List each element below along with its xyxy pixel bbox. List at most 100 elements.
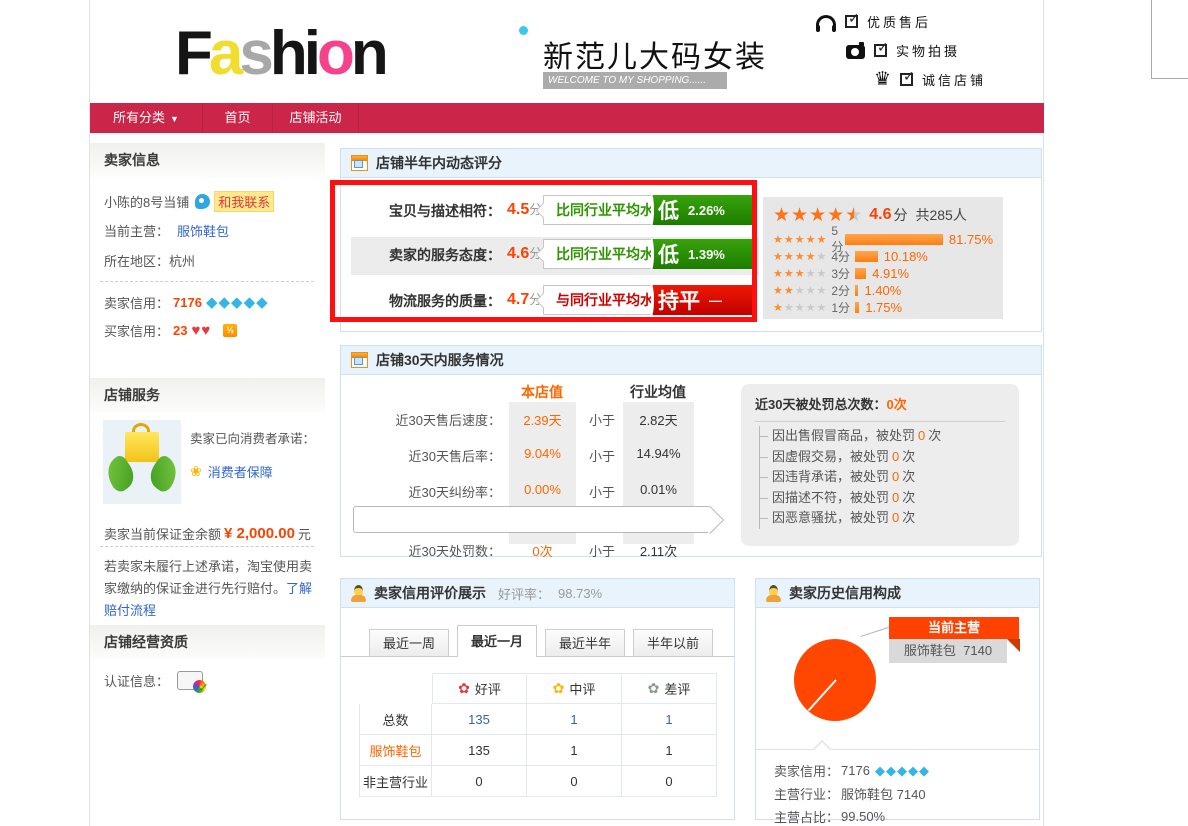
industry-value: 14.94% [623, 446, 694, 461]
checkbox-checked-icon [874, 44, 887, 57]
note-text: 若卖家未履行上述承诺，淘宝使用卖家缴纳的保证金进行先行赔付。 [104, 559, 312, 596]
shop-service-section: 店铺服务 卖家已向消费者承诺： ❀ 消费者保障 卖家当前保证金余额 ¥ 2,00… [90, 378, 325, 610]
badge-quality-service: 优质售后 [816, 10, 931, 32]
divider [100, 281, 314, 282]
badge-real-photo: 实物拍摄 [846, 39, 960, 61]
industry-value: 服饰鞋包 7140 [841, 784, 926, 803]
star-summary-panel: ★★★★★★ 4.6分 共285人 ★★★★★ 5分 81.75% ★★★★★ … [763, 197, 1003, 319]
contact-me-link[interactable]: 和我联系 [214, 191, 274, 212]
medal-flower-icon: ❀ [190, 464, 202, 480]
shop-title-block: 新范儿大码女装 WELCOME TO MY SHOPPING...... [543, 16, 803, 96]
penalty-total: 0次 [886, 397, 906, 412]
logo-letter: s [239, 19, 269, 88]
pie-callout-connector [861, 626, 892, 637]
penalty-item: 因出售假冒商品，被处罚0次 [760, 426, 1005, 447]
evaluation-panel: 卖家信用评价展示 好评率： 98.73% 最近一周 最近一月 最近半年 半年以前… [340, 578, 735, 820]
industry-label: 主营行业： [774, 784, 839, 803]
category-good-count: 135 [432, 735, 527, 766]
main-category-row: 当前主营： 服饰鞋包 [104, 221, 229, 240]
flower-red-icon: ✿ [458, 681, 470, 697]
total-good-count[interactable]: 135 [432, 704, 527, 735]
breakdown-percent: 10.18% [884, 249, 928, 264]
consumer-guarantee-link[interactable]: 消费者保障 [208, 462, 273, 481]
callout-title: 当前主营 [889, 617, 1019, 639]
wangwang-icon[interactable] [195, 194, 210, 209]
service-row-label: 近30天纠纷率： [361, 482, 501, 501]
nav-item-activities[interactable]: 店铺活动 [273, 103, 359, 133]
diamond-icon: ◆ [206, 296, 218, 310]
divider [756, 749, 1039, 750]
breakdown-row-3: ★★★★★ 3分 4.91% [773, 265, 993, 282]
callout-body: 服饰鞋包 7140 [889, 639, 1007, 663]
service30-panel-header: 店铺30天内服务情况 [341, 346, 1041, 375]
history-panel-title: 卖家历史信用构成 [789, 583, 901, 603]
nav-item-home[interactable]: 首页 [203, 103, 273, 133]
shop-value: 0.00% [509, 482, 576, 497]
history-panel: 卖家历史信用构成 当前主营 服饰鞋包 7140 卖家信用： 7176 ◆◆◆◆◆… [755, 578, 1040, 820]
deposit-value: ¥ 2,000.00 [224, 525, 295, 542]
flower-yellow-icon: ✿ [553, 681, 565, 697]
seller-info-section: 卖家信息 小陈的8号当铺 和我联系 当前主营： 服饰鞋包 所在地区： 杭州 卖家… [90, 143, 325, 350]
positive-rate-label: 好评率： [498, 584, 550, 603]
total-neutral-count[interactable]: 1 [527, 704, 622, 735]
half-star-icon: ★★ [845, 205, 862, 225]
nonmain-good-count: 0 [432, 766, 527, 797]
star-icon: ★ [827, 205, 844, 225]
breakdown-percent: 4.91% [872, 266, 909, 281]
shop-logo[interactable]: Fashion 新范儿大码女装 WELCOME TO MY SHOPPING..… [175, 16, 735, 96]
logo-i-dot [519, 26, 528, 35]
credit-value: 7176 [841, 763, 870, 778]
camera-icon [846, 45, 865, 59]
deposit-row: 卖家当前保证金余额 ¥ 2,000.00 元 [104, 524, 311, 543]
industry-value: 2.11次 [623, 541, 694, 560]
tab-before-half-year[interactable]: 半年以前 [633, 629, 713, 657]
person-icon [766, 585, 781, 602]
share-label: 主营占比： [774, 807, 839, 826]
breakdown-label: 1分 [831, 299, 855, 316]
positive-rate-value: 98.73% [558, 586, 602, 601]
dsr-panel-title: 店铺半年内动态评分 [376, 153, 502, 173]
total-bad-count[interactable]: 1 [622, 704, 717, 735]
logo-letter: h [270, 19, 304, 88]
star-breakdown: ★★★★★ 5分 81.75% ★★★★★ 4分 10.18% ★★★★★ 3分… [773, 231, 993, 316]
service-row-label: 近30天售后速度： [361, 410, 501, 429]
penalty-row-highlight [353, 506, 711, 533]
main-category-link[interactable]: 服饰鞋包 [177, 221, 229, 240]
region-value: 杭州 [169, 251, 195, 270]
seller-credit-row: 卖家信用： 7176 ◆◆◆◆◆ [104, 293, 269, 312]
col-industry-value: 行业均值 [623, 382, 693, 402]
penalty-item: 因恶意骚扰，被处罚0次 [760, 508, 1005, 529]
shopping-bag-icon [125, 432, 159, 462]
half-credit-icon: ½ [223, 324, 237, 337]
promise-text: 卖家已向消费者承诺： [190, 428, 315, 447]
logo-letter: F [175, 19, 209, 88]
main-nav: 所有分类▼ 首页 店铺活动 [90, 103, 1044, 133]
diamond-icon: ◆ [897, 764, 907, 778]
breakdown-row-5: ★★★★★ 5分 81.75% [773, 231, 993, 248]
divider-notch [813, 742, 831, 751]
main-category-label: 当前主营： [104, 221, 169, 240]
seller-rating-page: Fashion 新范儿大码女装 WELCOME TO MY SHOPPING..… [0, 0, 1188, 826]
nav-item-all-categories[interactable]: 所有分类▼ [90, 103, 203, 133]
nonmain-neutral-count: 0 [527, 766, 622, 797]
callout-category: 服饰鞋包 [904, 643, 956, 658]
storefront-calendar-icon [351, 352, 368, 368]
tab-last-week[interactable]: 最近一周 [369, 629, 449, 657]
less-than-label: 小于 [589, 410, 619, 429]
id-card-cert-icon[interactable] [177, 671, 203, 690]
less-than-label: 小于 [589, 541, 619, 560]
evaluation-tabs: 最近一周 最近一月 最近半年 半年以前 [369, 625, 713, 657]
tab-last-half-year[interactable]: 最近半年 [545, 629, 625, 657]
logo-letter: i [304, 19, 317, 88]
seller-info-title: 卖家信息 [90, 143, 325, 177]
person-icon [351, 585, 366, 602]
qualification-title: 店铺经营资质 [90, 625, 325, 659]
row-label-total: 总数 [359, 704, 432, 735]
buyer-credit-value: 23 [173, 323, 187, 338]
diamond-icon: ◆ [218, 296, 230, 310]
tab-last-month[interactable]: 最近一月 [457, 625, 537, 657]
headphones-icon [816, 15, 836, 28]
shop-value: 0次 [509, 541, 576, 560]
star-icon: ★ [809, 205, 826, 225]
welcome-banner: WELCOME TO MY SHOPPING...... [543, 72, 727, 89]
